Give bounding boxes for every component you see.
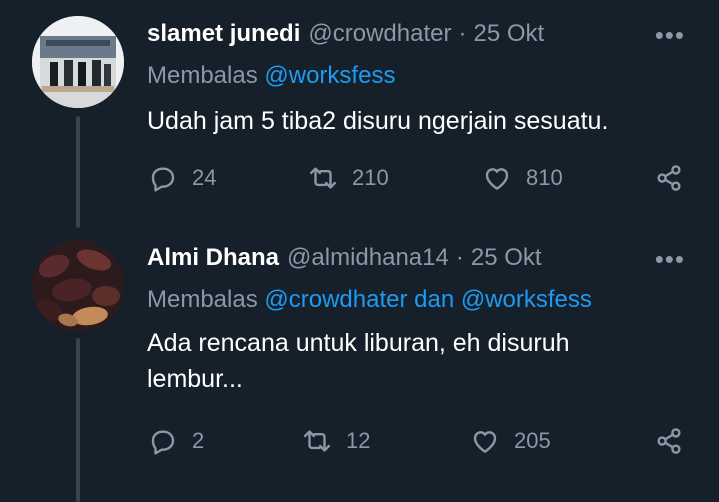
tweet[interactable]: slamet junedi @crowdhater · 25 Okt ••• M…	[0, 0, 719, 228]
like-count: 205	[514, 428, 551, 453]
replying-to: Membalas @crowdhater dan @worksfess	[147, 286, 592, 314]
timestamp[interactable]: 25 Okt	[473, 20, 544, 48]
reply-button[interactable]: 2	[148, 426, 204, 456]
reply-button[interactable]: 24	[148, 163, 216, 193]
replying-to: Membalas @worksfess	[147, 62, 395, 90]
tweet[interactable]: Almi Dhana @almidhana14 · 25 Okt ••• Mem…	[0, 228, 719, 502]
reply-icon	[151, 430, 175, 455]
like-icon	[485, 168, 509, 190]
thread-line	[76, 338, 80, 502]
avatar[interactable]	[32, 240, 124, 332]
tweet-header: Almi Dhana @almidhana14 · 25 Okt	[147, 244, 619, 272]
replying-prefix: Membalas	[147, 286, 258, 313]
tweet-header: slamet junedi @crowdhater · 25 Okt	[147, 20, 619, 48]
separator: ·	[455, 244, 464, 271]
reply-icon	[151, 167, 175, 192]
thread-line	[76, 116, 80, 228]
retweet-button[interactable]: 210	[308, 163, 389, 193]
retweet-icon	[309, 167, 337, 189]
reply-count: 2	[192, 428, 205, 453]
replying-prefix: Membalas	[147, 62, 258, 89]
like-count: 810	[526, 165, 563, 190]
display-name[interactable]: Almi Dhana	[147, 244, 279, 272]
share-icon	[657, 428, 681, 454]
tweet-text: Ada rencana untuk liburan, eh disuruh le…	[147, 329, 570, 393]
mention-link[interactable]: @crowdhater dan @worksfess	[264, 286, 592, 313]
share-icon	[657, 165, 681, 191]
share-button[interactable]	[654, 163, 684, 193]
more-icon[interactable]: •••	[655, 246, 685, 272]
avatar-photo	[32, 240, 124, 332]
more-icon[interactable]: •••	[655, 22, 685, 48]
avatar[interactable]	[32, 16, 124, 108]
avatar-photo	[32, 16, 124, 108]
share-button[interactable]	[654, 426, 684, 456]
tweet-text: Udah jam 5 tiba2 disuru ngerjain sesuatu…	[147, 107, 609, 135]
retweet-icon	[303, 430, 331, 452]
like-button[interactable]: 205	[470, 426, 551, 456]
handle[interactable]: @crowdhater	[308, 20, 451, 48]
timestamp[interactable]: 25 Okt	[471, 244, 542, 272]
like-button[interactable]: 810	[482, 163, 563, 193]
retweet-count: 12	[346, 428, 371, 453]
mention-link[interactable]: @worksfess	[264, 62, 395, 89]
separator: ·	[458, 20, 467, 47]
reply-count: 24	[192, 165, 217, 190]
retweet-count: 210	[352, 165, 389, 190]
like-icon	[473, 431, 497, 453]
retweet-button[interactable]: 12	[302, 426, 370, 456]
display-name[interactable]: slamet junedi	[147, 20, 300, 48]
handle[interactable]: @almidhana14	[287, 244, 449, 272]
